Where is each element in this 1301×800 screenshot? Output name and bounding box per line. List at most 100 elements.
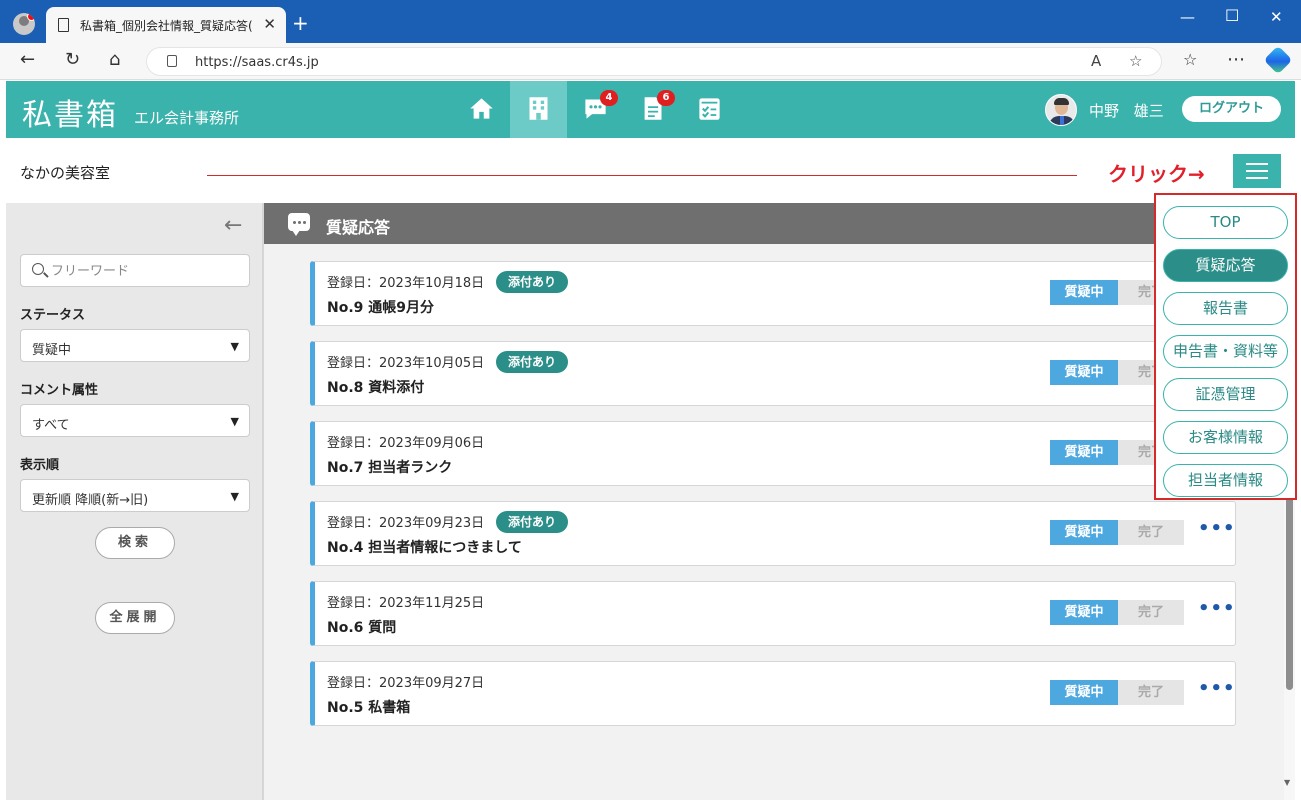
status-select[interactable]: 質疑中 ▼: [20, 329, 250, 362]
menu-item-qa[interactable]: 質疑応答: [1163, 249, 1288, 282]
new-tab-icon[interactable]: +: [292, 11, 309, 35]
comment-attribute-value: すべて: [32, 418, 70, 433]
question-card[interactable]: 登録日：2023年10月18日 添付あり No.9 通帳9月分 質疑中 完了 •…: [310, 261, 1236, 326]
company-name: エル会計事務所: [134, 109, 240, 127]
tab-title: 私書箱_個別会社情報_質疑応答(: [80, 19, 253, 33]
lock-icon: [167, 55, 177, 67]
annotation-line: [207, 175, 1077, 176]
search-icon: [32, 263, 44, 275]
status-complete-toggle[interactable]: 完了: [1118, 600, 1184, 625]
more-browser-icon[interactable]: ⋯: [1227, 49, 1245, 70]
more-options-icon[interactable]: •••: [1198, 598, 1236, 619]
menu-item-vouchers[interactable]: 証憑管理: [1163, 378, 1288, 411]
sort-order-label: 表示順: [20, 458, 60, 473]
more-options-icon[interactable]: •••: [1198, 678, 1236, 699]
favorites-icon[interactable]: ☆: [1183, 50, 1197, 69]
more-options-icon[interactable]: •••: [1198, 518, 1236, 539]
status-label: ステータス: [20, 308, 86, 323]
question-card[interactable]: 登録日：2023年10月05日 添付あり No.8 資料添付 質疑中 完了 ••…: [310, 341, 1236, 406]
question-title[interactable]: No.6 質問: [327, 617, 396, 637]
profile-icon[interactable]: [13, 13, 35, 35]
caret-down-icon: ▼: [230, 415, 239, 428]
nav-chat[interactable]: 4: [567, 81, 624, 138]
back-icon[interactable]: ←: [20, 49, 35, 70]
scroll-down-icon[interactable]: ▼: [1284, 778, 1290, 787]
question-title[interactable]: No.9 通帳9月分: [327, 297, 434, 317]
question-title[interactable]: No.8 資料添付: [327, 377, 424, 397]
building-icon: [529, 97, 548, 120]
expand-all-button[interactable]: 全展開: [95, 602, 175, 634]
comment-attribute-select[interactable]: すべて ▼: [20, 404, 250, 437]
home-icon: [470, 98, 493, 119]
question-card[interactable]: 登録日：2023年09月06日 No.7 担当者ランク 質疑中 完了 •••: [310, 421, 1236, 486]
status-select-value: 質疑中: [32, 343, 72, 358]
search-box[interactable]: [20, 254, 250, 287]
attachment-badge: 添付あり: [496, 271, 569, 293]
status-pending-toggle[interactable]: 質疑中: [1050, 440, 1118, 465]
section-header: 質疑応答: [264, 203, 1295, 244]
logout-button[interactable]: ログアウト: [1182, 96, 1281, 122]
browser-tab[interactable]: 私書箱_個別会社情報_質疑応答( ✕: [46, 7, 286, 43]
menu-item-reports[interactable]: 報告書: [1163, 292, 1288, 325]
nav-company[interactable]: [510, 81, 567, 138]
section-title: 質疑応答: [326, 218, 391, 237]
nav-home[interactable]: [453, 81, 510, 138]
comment-attribute-label: コメント属性: [20, 383, 99, 398]
menu-item-top[interactable]: TOP: [1163, 206, 1288, 239]
maximize-icon[interactable]: ☐: [1225, 6, 1239, 25]
search-input[interactable]: [51, 261, 241, 281]
attachment-badge: 添付あり: [496, 511, 569, 533]
question-date: 登録日：2023年09月06日: [327, 436, 485, 451]
question-title[interactable]: No.7 担当者ランク: [327, 457, 452, 477]
nav-documents[interactable]: 6: [624, 81, 681, 138]
minimize-icon[interactable]: —: [1180, 8, 1195, 26]
chat-bubble-icon: [288, 213, 310, 236]
question-date: 登録日：2023年09月27日: [327, 676, 485, 691]
search-button[interactable]: 検索: [95, 527, 175, 559]
document-badge: 6: [657, 90, 675, 106]
question-date: 登録日：2023年10月18日: [327, 276, 485, 291]
question-title[interactable]: No.5 私書箱: [327, 697, 410, 717]
status-pending-toggle[interactable]: 質疑中: [1050, 680, 1118, 705]
question-card[interactable]: 登録日：2023年09月27日 No.5 私書箱 質疑中 完了 •••: [310, 661, 1236, 726]
client-name: なかの美容室: [20, 164, 111, 182]
menu-item-customer-info[interactable]: お客様情報: [1163, 421, 1288, 454]
click-annotation: クリック→: [1108, 162, 1205, 186]
status-pending-toggle[interactable]: 質疑中: [1050, 360, 1118, 385]
status-pending-toggle[interactable]: 質疑中: [1050, 520, 1118, 545]
sort-order-value: 更新順 降順(新→旧): [32, 493, 149, 508]
question-card[interactable]: 登録日：2023年09月23日 添付あり No.4 担当者情報につきまして 質疑…: [310, 501, 1236, 566]
nav-checklist[interactable]: [681, 81, 738, 138]
chat-badge: 4: [600, 90, 618, 106]
home-browser-icon[interactable]: ⌂: [109, 49, 120, 70]
question-title[interactable]: No.4 担当者情報につきまして: [327, 537, 522, 557]
question-card[interactable]: 登録日：2023年11月25日 No.6 質問 質疑中 完了 •••: [310, 581, 1236, 646]
caret-down-icon: ▼: [230, 490, 239, 503]
menu-item-staff-info[interactable]: 担当者情報: [1163, 464, 1288, 497]
caret-down-icon: ▼: [230, 340, 239, 353]
question-date: 登録日：2023年10月05日: [327, 356, 485, 371]
menu-item-filings[interactable]: 申告書・資料等: [1163, 335, 1288, 368]
status-pending-toggle[interactable]: 質疑中: [1050, 280, 1118, 305]
avatar[interactable]: [1045, 94, 1077, 126]
status-pending-toggle[interactable]: 質疑中: [1050, 600, 1118, 625]
question-date: 登録日：2023年09月23日: [327, 516, 485, 531]
favorite-star-icon[interactable]: ☆: [1129, 52, 1142, 70]
refresh-icon[interactable]: ↻: [65, 49, 80, 70]
question-date: 登録日：2023年11月25日: [327, 596, 485, 611]
app-logo[interactable]: 私書箱: [22, 90, 118, 134]
status-complete-toggle[interactable]: 完了: [1118, 520, 1184, 545]
close-tab-icon[interactable]: ✕: [263, 15, 276, 33]
filter-sidebar: ← ステータス 質疑中 ▼ コメント属性 すべて ▼ 表示順 更新順 降順(新→…: [6, 203, 264, 800]
collapse-sidebar-icon[interactable]: ←: [224, 213, 242, 238]
sort-order-select[interactable]: 更新順 降順(新→旧) ▼: [20, 479, 250, 512]
status-complete-toggle[interactable]: 完了: [1118, 680, 1184, 705]
read-aloud-icon[interactable]: A: [1091, 52, 1101, 70]
navigation-menu: TOP 質疑応答 報告書 申告書・資料等 証憑管理 お客様情報 担当者情報: [1154, 193, 1297, 500]
close-window-icon[interactable]: ✕: [1270, 8, 1283, 26]
menu-toggle-button[interactable]: [1233, 154, 1281, 188]
url-text: https://saas.cr4s.jp: [195, 55, 319, 70]
browser-tab-bar: 私書箱_個別会社情報_質疑応答( ✕ + — ☐ ✕: [0, 0, 1301, 43]
url-field[interactable]: https://saas.cr4s.jp A ☆: [146, 47, 1162, 76]
app-header: 私書箱 エル会計事務所 4 6 中野 雄三 ログアウト: [6, 81, 1295, 138]
